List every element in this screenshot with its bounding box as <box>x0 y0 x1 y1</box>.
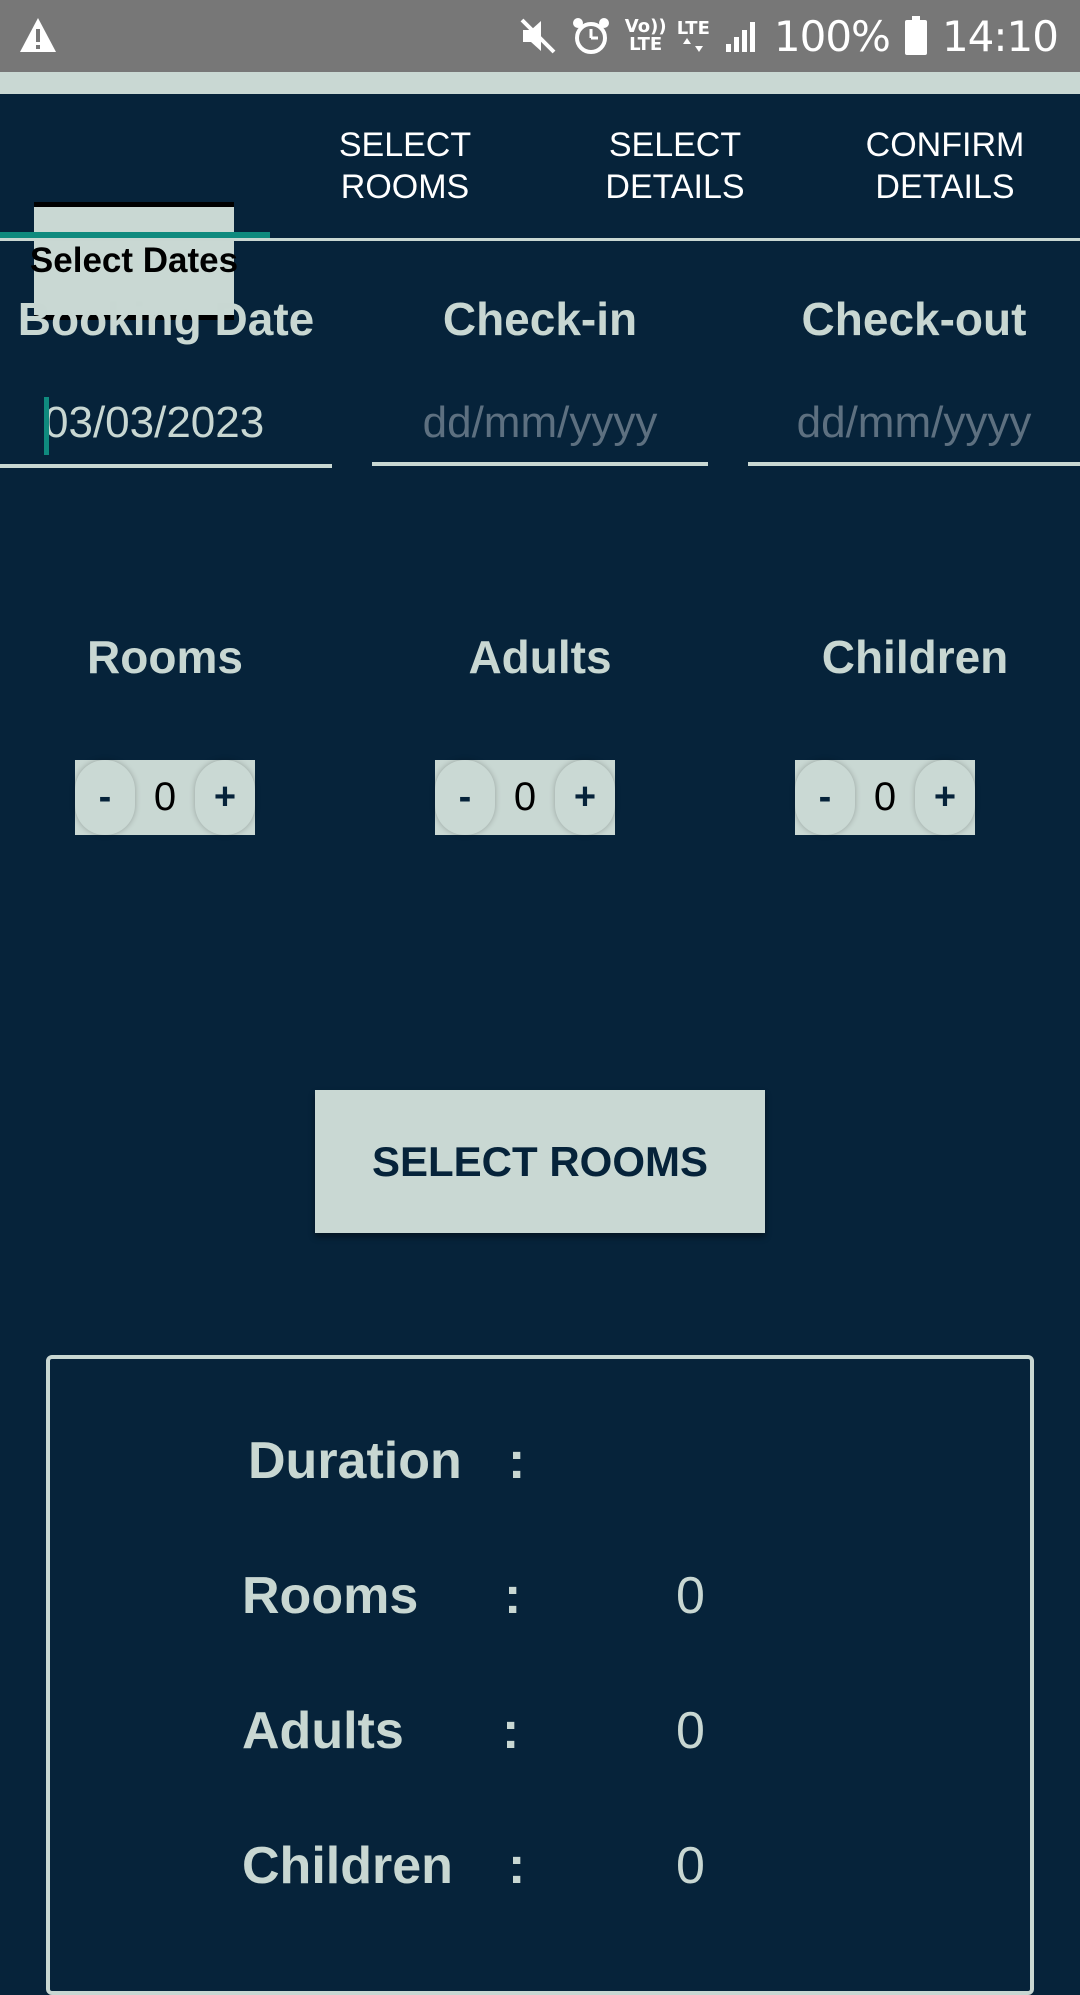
summary-rooms-label: Rooms <box>242 1567 419 1625</box>
tab-confirm-details-label: CONFIRM DETAILS <box>865 126 1025 206</box>
summary-adults-value: 0 <box>676 1702 705 1760</box>
checkout-underline <box>748 462 1080 466</box>
children-count: 0 <box>873 775 897 819</box>
volte-icon: Vo)) LTE <box>624 16 667 55</box>
battery-percent: 100% <box>773 11 891 61</box>
children-label: Children <box>821 631 1009 683</box>
lte-icon: LTE <box>677 20 710 52</box>
lte-label: LTE <box>676 18 710 39</box>
tab-select-details-label: SELECT DETAILS <box>605 126 745 206</box>
tab-confirm-details[interactable]: CONFIRM DETAILS <box>810 94 1080 238</box>
tab-select-rooms-label: SELECT ROOMS <box>338 126 472 206</box>
active-tab-indicator <box>0 232 270 238</box>
text-cursor <box>44 397 49 455</box>
select-rooms-button[interactable]: SELECT ROOMS <box>315 1090 765 1233</box>
summary-duration-label: Duration <box>248 1432 462 1490</box>
summary-adults-colon: : <box>502 1702 520 1760</box>
booking-date-label: Booking Date <box>17 293 315 345</box>
rooms-stepper: - 0 + <box>75 760 255 835</box>
checkout-date-field[interactable]: dd/mm/yyyy <box>748 398 1080 458</box>
children-plus-button[interactable]: + <box>915 760 975 835</box>
rooms-minus-button[interactable]: - <box>75 760 135 835</box>
checkin-underline <box>372 462 708 466</box>
adults-stepper: - 0 + <box>435 760 615 835</box>
checkout-label: Check-out <box>801 293 1027 345</box>
summary-children-label: Children <box>242 1837 453 1895</box>
clock: 14:10 <box>941 11 1059 61</box>
adults-plus-button[interactable]: + <box>555 760 615 835</box>
status-bar: Vo)) LTE LTE 100% 14:10 <box>0 0 1080 72</box>
booking-date-underline <box>0 464 332 468</box>
battery-icon <box>904 16 928 56</box>
summary-adults-label: Adults <box>242 1702 404 1760</box>
rooms-label: Rooms <box>87 631 243 683</box>
tab-select-dates[interactable]: Select Dates <box>0 94 270 320</box>
booking-date-field[interactable]: 03/03/2023 <box>44 398 332 458</box>
rooms-count: 0 <box>153 775 177 819</box>
adults-count: 0 <box>513 775 537 819</box>
summary-duration-colon: : <box>508 1432 526 1490</box>
warning-icon <box>20 18 56 52</box>
summary-children-colon: : <box>508 1837 526 1895</box>
mute-icon <box>519 17 557 55</box>
summary-rooms-value: 0 <box>676 1567 705 1625</box>
summary-rooms-colon: : <box>504 1567 522 1625</box>
children-minus-button[interactable]: - <box>795 760 855 835</box>
tab-select-details[interactable]: SELECT DETAILS <box>540 94 810 238</box>
checkin-date-field[interactable]: dd/mm/yyyy <box>372 398 708 458</box>
adults-label: Adults <box>468 631 612 683</box>
alarm-icon <box>571 16 611 56</box>
summary-children-value: 0 <box>676 1837 705 1895</box>
tab-select-rooms[interactable]: SELECT ROOMS <box>270 94 540 238</box>
app-bar-strip <box>0 72 1080 94</box>
rooms-plus-button[interactable]: + <box>195 760 255 835</box>
children-stepper: - 0 + <box>795 760 975 835</box>
tabs-divider <box>0 238 1080 241</box>
booking-summary-card: Duration : Rooms : 0 Adults : 0 Children… <box>46 1355 1034 1995</box>
checkin-label: Check-in <box>442 293 638 345</box>
adults-minus-button[interactable]: - <box>435 760 495 835</box>
signal-icon <box>724 18 760 54</box>
